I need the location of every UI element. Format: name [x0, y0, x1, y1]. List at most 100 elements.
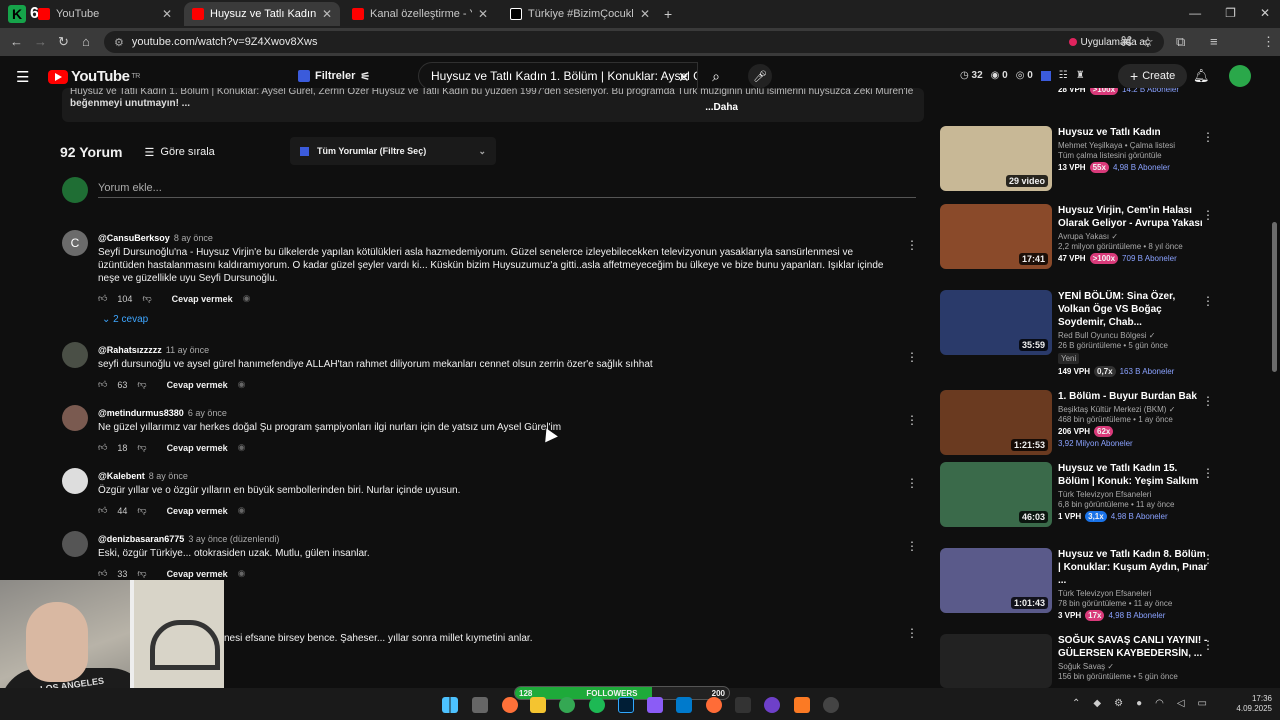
comment-menu-icon[interactable]: ⋮	[906, 539, 918, 553]
postman-icon[interactable]	[706, 697, 722, 713]
commenter-avatar[interactable]	[62, 531, 88, 557]
hamburger-menu-icon[interactable]: ☰	[16, 68, 29, 86]
video-description[interactable]: Huysuz ve Tatlı Kadın 1. Bölüm | Konukla…	[62, 88, 924, 122]
chevron-up-icon[interactable]: ⌃	[1072, 698, 1080, 709]
clear-search-icon[interactable]: ✕	[678, 69, 690, 86]
reply-button[interactable]: Cevap vermek	[172, 294, 233, 304]
video-thumbnail[interactable]	[940, 634, 1052, 688]
show-replies-button[interactable]: ⌄ 2 cevap	[102, 314, 898, 325]
epic-games-icon[interactable]	[735, 697, 751, 713]
filters-button[interactable]: Filtreler ⚟	[288, 65, 380, 87]
sort-button[interactable]: ☰ Göre sırala	[145, 146, 215, 159]
channel-name[interactable]: Avrupa Yakası ✓	[1058, 232, 1208, 241]
reply-button[interactable]: Cevap vermek	[167, 443, 228, 453]
trophy-icon[interactable]: ♜	[1076, 70, 1085, 81]
comment-author[interactable]: @denizbasaran6775	[98, 534, 184, 544]
firefox-icon[interactable]	[502, 697, 518, 713]
dislike-icon[interactable]: 👎︎	[137, 379, 146, 390]
video-thumbnail[interactable]: 29 video	[940, 126, 1052, 191]
tray-app-icon[interactable]: ◆	[1093, 698, 1101, 709]
comment-author[interactable]: @CansuBerksoy	[98, 233, 170, 243]
video-title[interactable]: Huysuz ve Tatlı Kadın 15. Bölüm | Konuk:…	[1058, 462, 1208, 488]
dislike-icon[interactable]: 👎︎	[137, 442, 146, 453]
video-menu-icon[interactable]: ⋮	[1202, 466, 1214, 480]
like-icon[interactable]: 👍︎	[98, 568, 107, 579]
commenter-avatar[interactable]	[62, 405, 88, 431]
comment-time[interactable]: 3 ay önce (düzenlendi)	[188, 534, 279, 544]
video-thumbnail[interactable]: 1:21:53	[940, 390, 1052, 455]
show-more-link[interactable]: ...Daha	[705, 102, 738, 114]
channel-name[interactable]: Türk Televizyon Efsaneleri	[1058, 490, 1208, 499]
close-tab-icon[interactable]: ✕	[156, 7, 172, 21]
comment-menu-icon[interactable]: ⋮	[906, 238, 918, 252]
close-tab-icon[interactable]: ✕	[634, 7, 650, 21]
reply-button[interactable]: Cevap vermek	[167, 569, 228, 579]
comment-time[interactable]: 11 ay önce	[166, 345, 209, 355]
commenter-avatar[interactable]	[62, 342, 88, 368]
channel-name[interactable]: Soğuk Savaş ✓	[1058, 662, 1208, 671]
video-title[interactable]: SOĞUK SAVAŞ CANLI YAYINI! - GÜLERSEN KAY…	[1058, 634, 1208, 660]
new-tab-button[interactable]: +	[664, 6, 672, 22]
close-window-button[interactable]: ✕	[1260, 6, 1270, 20]
video-thumbnail[interactable]: 1:01:43	[940, 548, 1052, 613]
account-avatar[interactable]	[1229, 65, 1251, 87]
video-title[interactable]: YENİ BÖLÜM: Sina Özer, Volkan Öge VS Boğ…	[1058, 290, 1208, 329]
video-menu-icon[interactable]: ⋮	[1202, 130, 1214, 144]
tray-app-icon[interactable]: ⚙	[1114, 698, 1123, 709]
voice-search-button[interactable]: 🎤︎	[748, 64, 772, 88]
like-icon[interactable]: 👍︎	[98, 442, 107, 453]
battery-icon[interactable]: ▭	[1198, 698, 1207, 709]
microphone-tray-icon[interactable]: ●	[1136, 698, 1142, 709]
video-thumbnail[interactable]: 17:41	[940, 204, 1052, 269]
video-menu-icon[interactable]: ⋮	[1202, 394, 1214, 408]
create-button[interactable]: + Create	[1118, 64, 1188, 88]
comment-author[interactable]: @metindurmus8380	[98, 408, 184, 418]
dislike-icon[interactable]: 👎︎	[137, 505, 146, 516]
comment-menu-icon[interactable]: ⋮	[906, 476, 918, 490]
comment-time[interactable]: 6 ay önce	[188, 408, 227, 418]
channel-name[interactable]: Beşiktaş Kültür Merkezi (BKM) ✓	[1058, 405, 1208, 414]
spotify-icon[interactable]	[589, 697, 605, 713]
file-explorer-icon[interactable]	[530, 697, 546, 713]
open-in-app-button[interactable]: Uygulamada aç	[1068, 33, 1150, 51]
browser-menu-icon[interactable]: ⋮	[1262, 34, 1275, 50]
translate-comment-icon[interactable]: ◉	[238, 442, 246, 453]
like-icon[interactable]: 👍︎	[98, 293, 107, 304]
dislike-icon[interactable]: 👎︎	[142, 293, 151, 304]
reply-button[interactable]: Cevap vermek	[167, 506, 228, 516]
video-title[interactable]: Huysuz ve Tatlı Kadın	[1058, 126, 1208, 139]
close-tab-icon[interactable]: ✕	[472, 7, 488, 21]
video-menu-icon[interactable]: ⋮	[1202, 208, 1214, 222]
like-icon[interactable]: 👍︎	[98, 505, 107, 516]
clock[interactable]: 17:36 4.09.2025	[1236, 694, 1272, 714]
comment-menu-icon[interactable]: ⋮	[906, 413, 918, 427]
vscode-icon[interactable]	[676, 697, 692, 713]
wifi-icon[interactable]: ◠	[1155, 698, 1164, 709]
recommended-video[interactable]: 28 VPH >100x 14.2 B Aboneler	[940, 88, 1220, 102]
video-thumbnail[interactable]: 35:59	[940, 290, 1052, 355]
volume-icon[interactable]: ◁	[1177, 698, 1185, 709]
url-field[interactable]: ⚙ youtube.com/watch?v=9Z4Xwov8Xws	[104, 31, 1164, 53]
windows-start-icon[interactable]	[442, 697, 458, 713]
commenter-avatar[interactable]: C	[62, 230, 88, 256]
translate-icon[interactable]: ⌘	[1120, 34, 1133, 50]
home-icon[interactable]: ⌂	[82, 34, 90, 49]
reload-icon[interactable]: ↻	[58, 34, 69, 50]
extensions-icon[interactable]: ⧉	[1176, 34, 1185, 50]
comment-menu-icon[interactable]: ⋮	[906, 350, 918, 364]
site-info-icon[interactable]: ⚙	[114, 36, 124, 49]
comment-filter-dropdown[interactable]: Tüm Yorumlar (Filtre Seç) ⌄	[290, 137, 496, 165]
comment-author[interactable]: @Rahatsızzzzz	[98, 345, 162, 355]
video-menu-icon[interactable]: ⋮	[1202, 294, 1214, 308]
xampp-icon[interactable]	[794, 697, 810, 713]
commenter-avatar[interactable]	[62, 468, 88, 494]
close-tab-icon[interactable]: ✕	[316, 7, 332, 21]
maximize-button[interactable]: ❐	[1225, 6, 1236, 20]
obs-icon[interactable]	[823, 697, 839, 713]
notifications-bell-icon[interactable]: 🔔︎	[1193, 68, 1210, 84]
editor-icon[interactable]	[647, 697, 663, 713]
video-title[interactable]: 1. Bölüm - Buyur Burdan Bak	[1058, 390, 1208, 403]
video-menu-icon[interactable]: ⋮	[1202, 638, 1214, 652]
comment-menu-icon[interactable]: ⋮	[906, 626, 918, 640]
translate-comment-icon[interactable]: ◉	[243, 293, 251, 304]
